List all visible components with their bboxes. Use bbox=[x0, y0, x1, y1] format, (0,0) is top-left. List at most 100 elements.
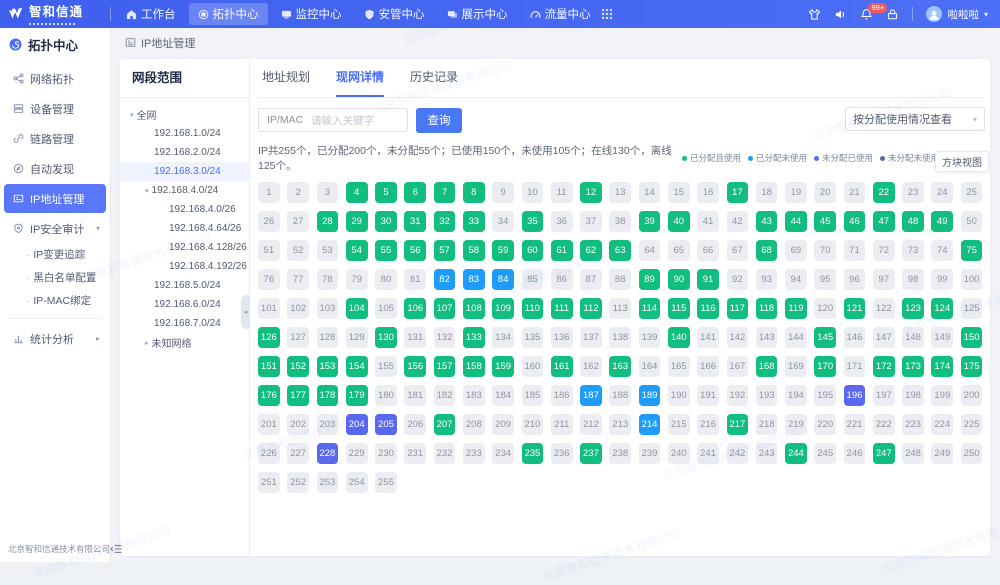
ip-cell-62[interactable]: 62 bbox=[580, 240, 602, 261]
sidebar-item-IP地址管理[interactable]: IP地址管理 bbox=[4, 184, 106, 213]
ip-cell-96[interactable]: 96 bbox=[844, 269, 866, 290]
ip-cell-169[interactable]: 169 bbox=[785, 356, 807, 377]
ip-cell-157[interactable]: 157 bbox=[434, 356, 456, 377]
sidebar-subitem-IP变更追踪[interactable]: ·IP变更追踪 bbox=[0, 244, 110, 267]
ip-cell-181[interactable]: 181 bbox=[404, 385, 426, 406]
ip-cell-177[interactable]: 177 bbox=[287, 385, 309, 406]
ip-cell-31[interactable]: 31 bbox=[404, 211, 426, 232]
ip-cell-255[interactable]: 255 bbox=[375, 472, 397, 493]
ip-cell-88[interactable]: 88 bbox=[609, 269, 631, 290]
ip-cell-66[interactable]: 66 bbox=[697, 240, 719, 261]
ip-cell-201[interactable]: 201 bbox=[258, 414, 280, 435]
ip-cell-86[interactable]: 86 bbox=[551, 269, 573, 290]
ip-cell-195[interactable]: 195 bbox=[814, 385, 836, 406]
ip-cell-127[interactable]: 127 bbox=[287, 327, 309, 348]
tree-node-192.168.7.0/24[interactable]: 192.168.7.0/24 bbox=[120, 314, 249, 333]
ip-cell-243[interactable]: 243 bbox=[756, 443, 778, 464]
ip-cell-238[interactable]: 238 bbox=[609, 443, 631, 464]
ip-cell-239[interactable]: 239 bbox=[639, 443, 661, 464]
ip-cell-176[interactable]: 176 bbox=[258, 385, 280, 406]
ip-cell-232[interactable]: 232 bbox=[434, 443, 456, 464]
ip-cell-5[interactable]: 5 bbox=[375, 182, 397, 203]
ip-cell-132[interactable]: 132 bbox=[434, 327, 456, 348]
ip-cell-153[interactable]: 153 bbox=[317, 356, 339, 377]
caret-down-icon[interactable]: ▾ bbox=[145, 187, 149, 195]
ip-cell-214[interactable]: 214 bbox=[639, 414, 661, 435]
ip-cell-227[interactable]: 227 bbox=[287, 443, 309, 464]
ip-cell-166[interactable]: 166 bbox=[697, 356, 719, 377]
ip-cell-162[interactable]: 162 bbox=[580, 356, 602, 377]
ip-cell-7[interactable]: 7 bbox=[434, 182, 456, 203]
ip-cell-69[interactable]: 69 bbox=[785, 240, 807, 261]
ip-cell-236[interactable]: 236 bbox=[551, 443, 573, 464]
ip-cell-244[interactable]: 244 bbox=[785, 443, 807, 464]
ip-cell-253[interactable]: 253 bbox=[317, 472, 339, 493]
ip-cell-205[interactable]: 205 bbox=[375, 414, 397, 435]
ip-cell-189[interactable]: 189 bbox=[639, 385, 661, 406]
ip-cell-118[interactable]: 118 bbox=[756, 298, 778, 319]
ip-cell-46[interactable]: 46 bbox=[844, 211, 866, 232]
ip-cell-49[interactable]: 49 bbox=[931, 211, 953, 232]
ip-cell-171[interactable]: 171 bbox=[844, 356, 866, 377]
ip-cell-101[interactable]: 101 bbox=[258, 298, 280, 319]
nav-item-工作台[interactable]: 工作台 bbox=[117, 3, 185, 25]
ip-cell-124[interactable]: 124 bbox=[931, 298, 953, 319]
ip-cell-147[interactable]: 147 bbox=[873, 327, 895, 348]
ip-cell-90[interactable]: 90 bbox=[668, 269, 690, 290]
nav-item-展示中心[interactable]: 展示中心 bbox=[438, 3, 517, 25]
ip-cell-84[interactable]: 84 bbox=[492, 269, 514, 290]
ip-cell-141[interactable]: 141 bbox=[697, 327, 719, 348]
ip-cell-146[interactable]: 146 bbox=[844, 327, 866, 348]
ip-cell-196[interactable]: 196 bbox=[844, 385, 866, 406]
apps-grid-icon[interactable] bbox=[602, 9, 612, 19]
ip-cell-79[interactable]: 79 bbox=[346, 269, 368, 290]
ip-cell-13[interactable]: 13 bbox=[609, 182, 631, 203]
ip-cell-180[interactable]: 180 bbox=[375, 385, 397, 406]
ip-cell-103[interactable]: 103 bbox=[317, 298, 339, 319]
ip-cell-83[interactable]: 83 bbox=[463, 269, 485, 290]
ip-cell-2[interactable]: 2 bbox=[287, 182, 309, 203]
ip-cell-204[interactable]: 204 bbox=[346, 414, 368, 435]
caret-right-icon[interactable]: ▸ bbox=[145, 339, 149, 347]
ip-cell-3[interactable]: 3 bbox=[317, 182, 339, 203]
ip-cell-71[interactable]: 71 bbox=[844, 240, 866, 261]
ip-cell-199[interactable]: 199 bbox=[931, 385, 953, 406]
ip-cell-67[interactable]: 67 bbox=[727, 240, 749, 261]
ip-cell-32[interactable]: 32 bbox=[434, 211, 456, 232]
nav-item-监控中心[interactable]: 监控中心 bbox=[272, 3, 351, 25]
ip-cell-191[interactable]: 191 bbox=[697, 385, 719, 406]
ip-cell-192[interactable]: 192 bbox=[727, 385, 749, 406]
ip-cell-54[interactable]: 54 bbox=[346, 240, 368, 261]
ip-cell-182[interactable]: 182 bbox=[434, 385, 456, 406]
ip-cell-126[interactable]: 126 bbox=[258, 327, 280, 348]
ip-cell-43[interactable]: 43 bbox=[756, 211, 778, 232]
ip-cell-209[interactable]: 209 bbox=[492, 414, 514, 435]
ip-cell-91[interactable]: 91 bbox=[697, 269, 719, 290]
ip-cell-125[interactable]: 125 bbox=[961, 298, 983, 319]
ip-cell-170[interactable]: 170 bbox=[814, 356, 836, 377]
ip-cell-22[interactable]: 22 bbox=[873, 182, 895, 203]
ip-cell-48[interactable]: 48 bbox=[902, 211, 924, 232]
ip-cell-76[interactable]: 76 bbox=[258, 269, 280, 290]
ip-cell-178[interactable]: 178 bbox=[317, 385, 339, 406]
ip-cell-85[interactable]: 85 bbox=[522, 269, 544, 290]
ip-cell-212[interactable]: 212 bbox=[580, 414, 602, 435]
ip-cell-208[interactable]: 208 bbox=[463, 414, 485, 435]
ip-cell-18[interactable]: 18 bbox=[756, 182, 778, 203]
sidebar-item-统计分析[interactable]: 统计分析▸ bbox=[4, 324, 106, 353]
ip-cell-111[interactable]: 111 bbox=[551, 298, 573, 319]
ip-cell-240[interactable]: 240 bbox=[668, 443, 690, 464]
ip-cell-16[interactable]: 16 bbox=[697, 182, 719, 203]
ip-cell-81[interactable]: 81 bbox=[404, 269, 426, 290]
ip-cell-95[interactable]: 95 bbox=[814, 269, 836, 290]
ip-cell-221[interactable]: 221 bbox=[844, 414, 866, 435]
tree-node-192.168.4.128/26[interactable]: 192.168.4.128/26 bbox=[120, 238, 249, 257]
ip-cell-97[interactable]: 97 bbox=[873, 269, 895, 290]
tree-node-192.168.3.0/24[interactable]: 192.168.3.0/24 bbox=[120, 162, 249, 181]
ip-cell-120[interactable]: 120 bbox=[814, 298, 836, 319]
ip-cell-211[interactable]: 211 bbox=[551, 414, 573, 435]
ip-cell-57[interactable]: 57 bbox=[434, 240, 456, 261]
ip-cell-241[interactable]: 241 bbox=[697, 443, 719, 464]
ip-cell-139[interactable]: 139 bbox=[639, 327, 661, 348]
ip-cell-53[interactable]: 53 bbox=[317, 240, 339, 261]
